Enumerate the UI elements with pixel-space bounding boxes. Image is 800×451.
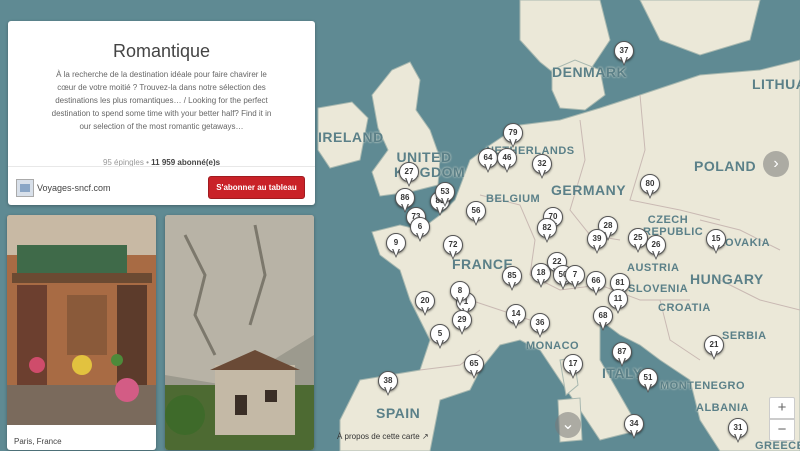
map-marker[interactable]: 39 (587, 229, 607, 256)
country-label: GREECE (755, 440, 800, 451)
map-marker[interactable]: 38 (378, 371, 398, 398)
country-label: MONTENEGRO (660, 380, 746, 392)
country-label: ALBANIA (696, 402, 749, 414)
pin-image-cliff-house (165, 215, 314, 450)
zoom-out-button[interactable]: − (769, 419, 795, 441)
map-marker[interactable]: 17 (563, 354, 583, 381)
country-label: SPAIN (376, 405, 421, 421)
country-label: BELGIUM (486, 193, 541, 205)
country-label: CROATIA (658, 302, 711, 314)
map-marker[interactable]: 85 (502, 266, 522, 293)
map-marker[interactable]: 66 (586, 271, 606, 298)
map-marker[interactable]: 72 (443, 235, 463, 262)
arrow-right-icon[interactable]: › (763, 151, 789, 177)
map-marker[interactable]: 51 (638, 368, 658, 395)
pin-caption: Paris, France (14, 437, 62, 446)
zoom-in-button[interactable]: + (769, 397, 795, 419)
map-marker[interactable]: 65 (464, 354, 484, 381)
owner-avatar[interactable] (16, 179, 34, 197)
board-info-card: Romantique À la recherche de la destinat… (8, 21, 315, 205)
map-marker[interactable]: 32 (532, 154, 552, 181)
country-label: MONACO (526, 340, 580, 352)
pin-card[interactable]: Paris, France (7, 215, 156, 450)
map-marker[interactable]: 53 (435, 182, 455, 209)
country-label: LITHUA (752, 76, 800, 92)
map-marker[interactable]: 5 (430, 324, 450, 351)
country-label: HUNGARY (690, 271, 764, 287)
country-label: SERBIA (722, 330, 767, 342)
map-marker[interactable]: 6 (410, 217, 430, 244)
country-label: GERMANY (551, 182, 627, 198)
country-label: POLAND (694, 158, 757, 174)
owner-name[interactable]: Voyages-sncf.com (37, 183, 111, 193)
map-marker[interactable]: 21 (704, 335, 724, 362)
map-marker[interactable]: 31 (728, 418, 748, 445)
map-marker[interactable]: 79 (503, 123, 523, 150)
subscribe-button[interactable]: S'abonner au tableau (208, 176, 305, 199)
country-label: IRELAND (318, 129, 384, 145)
pin-card[interactable] (165, 215, 314, 450)
map-marker[interactable]: 68 (593, 306, 613, 333)
arrow-down-icon[interactable]: ⌄ (555, 412, 581, 438)
board-footer: Voyages-sncf.com S'abonner au tableau (8, 166, 315, 206)
map-marker[interactable]: 56 (466, 201, 486, 228)
board-title: Romantique (112, 41, 211, 61)
map-marker[interactable]: 14 (506, 304, 526, 331)
map-marker[interactable]: 9 (386, 233, 406, 260)
map-marker[interactable]: 7 (565, 265, 585, 292)
map-marker[interactable]: 37 (614, 41, 634, 68)
map-marker[interactable]: 80 (640, 174, 660, 201)
map-marker[interactable]: 26 (646, 235, 666, 262)
map-marker[interactable]: 46 (497, 148, 517, 175)
country-label: SLOVENIA (628, 283, 689, 295)
map-marker[interactable]: 64 (478, 148, 498, 175)
map-marker[interactable]: 27 (399, 162, 419, 189)
pin-image-cafe (7, 215, 156, 425)
map-marker[interactable]: 87 (612, 342, 632, 369)
map-marker[interactable]: 15 (706, 229, 726, 256)
country-label: AUSTRIA (627, 262, 680, 274)
map-attribution-link[interactable]: À propos de cette carte ↗ (337, 432, 429, 441)
map-marker[interactable]: 8 (450, 281, 470, 308)
map-marker[interactable]: 25 (628, 228, 648, 255)
map-marker[interactable]: 36 (530, 313, 550, 340)
map-marker[interactable]: 20 (415, 291, 435, 318)
map-marker[interactable]: 34 (624, 414, 644, 441)
board-description: À la recherche de la destination idéale … (51, 70, 272, 131)
map-marker[interactable]: 29 (452, 310, 472, 337)
map-marker[interactable]: 82 (537, 218, 557, 245)
